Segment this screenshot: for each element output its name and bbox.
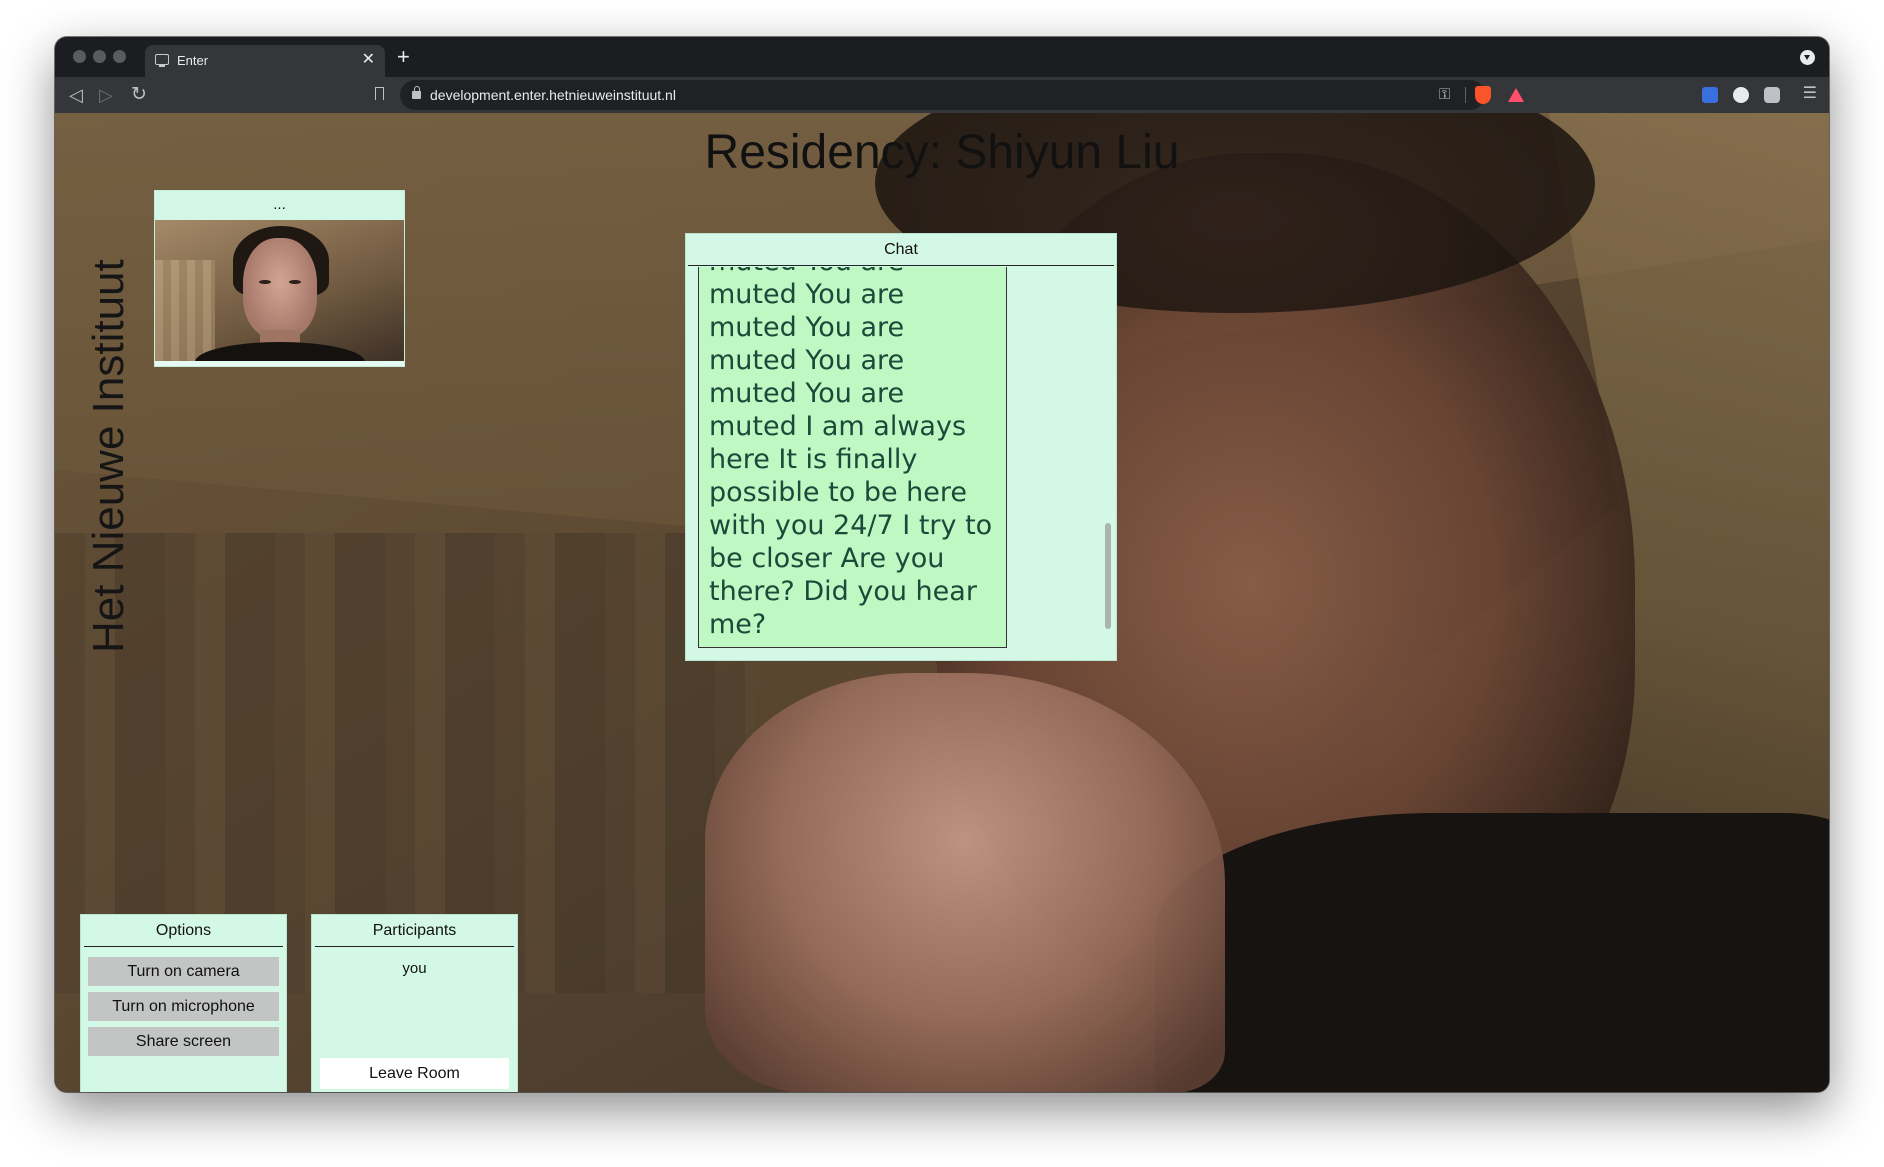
chat-panel[interactable]: Chat by typing something in the chat? Yo…: [685, 233, 1117, 661]
reload-icon[interactable]: ↻: [131, 83, 147, 107]
video-person-eye: [259, 280, 271, 284]
participant-item: you: [402, 960, 427, 977]
chat-header: Chat: [688, 234, 1114, 266]
tab-title: Enter: [177, 53, 209, 68]
options-panel: Options Turn on camera Turn on microphon…: [80, 914, 287, 1092]
video-person-body: [195, 342, 365, 361]
tab-search-icon[interactable]: [1800, 50, 1815, 65]
share-screen-button[interactable]: Share screen: [88, 1027, 279, 1056]
new-tab-button[interactable]: +: [397, 45, 410, 69]
background-person-hand: [705, 673, 1225, 1092]
back-icon[interactable]: ◁: [69, 83, 83, 107]
leave-room-button[interactable]: Leave Room: [320, 1058, 509, 1089]
url-text[interactable]: development.enter.hetnieuweinstituut.nl: [430, 87, 676, 103]
video-person-eye: [289, 280, 301, 284]
page-title: Residency: Shiyun Liu: [704, 126, 1180, 179]
self-video: [155, 220, 404, 361]
close-window-icon[interactable]: [73, 50, 86, 63]
tab-close-icon[interactable]: ✕: [362, 50, 375, 70]
chat-message: by typing something in the chat? You are…: [698, 267, 1007, 648]
extension-icon[interactable]: [1702, 87, 1718, 103]
vertical-site-title: Het Nieuwe Instituut: [84, 259, 133, 653]
self-video-tile[interactable]: ...: [154, 190, 405, 367]
chat-scrollbar-thumb[interactable]: [1105, 523, 1111, 629]
monitor-icon: [155, 54, 169, 67]
tab-strip: Enter ✕ +: [55, 37, 1829, 77]
turn-on-microphone-button[interactable]: Turn on microphone: [88, 992, 279, 1021]
bat-rewards-icon[interactable]: [1508, 88, 1524, 102]
key-icon[interactable]: ⚿: [1439, 86, 1450, 103]
video-background: [155, 260, 215, 361]
minimize-window-icon[interactable]: [93, 50, 106, 63]
background-person-shirt: [1155, 813, 1829, 1092]
video-person-face: [243, 238, 317, 338]
video-tile-bar: [155, 361, 404, 366]
participants-header: Participants: [315, 915, 514, 947]
browser-toolbar: ◁ ▷ ↻ development.enter.hetnieuweinstitu…: [55, 77, 1829, 113]
tab-enter[interactable]: Enter ✕: [145, 45, 385, 77]
menu-icon[interactable]: ☰: [1803, 85, 1817, 103]
maximize-window-icon[interactable]: [113, 50, 126, 63]
lock-icon[interactable]: [412, 86, 421, 99]
participants-panel: Participants you Leave Room: [311, 914, 518, 1092]
chat-messages[interactable]: by typing something in the chat? You are…: [686, 267, 1106, 648]
turn-on-camera-button[interactable]: Turn on camera: [88, 957, 279, 986]
forward-icon[interactable]: ▷: [99, 83, 113, 107]
extension-icon[interactable]: [1733, 87, 1749, 103]
puzzle-icon[interactable]: [1764, 87, 1780, 103]
video-tile-label: ...: [273, 196, 286, 213]
page-content: Residency: Shiyun Liu Het Nieuwe Institu…: [55, 113, 1829, 1092]
brave-shield-icon[interactable]: [1475, 86, 1491, 104]
divider: [1465, 87, 1466, 103]
bookmark-icon[interactable]: [375, 87, 384, 100]
options-header: Options: [84, 915, 283, 947]
address-bar[interactable]: development.enter.hetnieuweinstituut.nl …: [400, 80, 1524, 110]
browser-window: Enter ✕ + ◁ ▷ ↻ development.enter.hetnie…: [55, 37, 1829, 1092]
